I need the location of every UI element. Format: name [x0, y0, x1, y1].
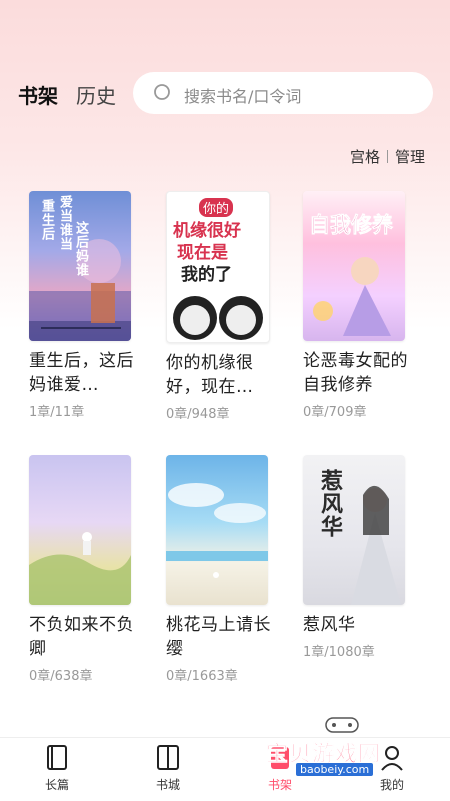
tab-label: 书城 — [155, 778, 180, 792]
book-title[interactable]: 你的机缘很好，现在… — [166, 351, 272, 399]
cover-art — [313, 257, 391, 336]
cover-art — [351, 485, 401, 605]
view-controls: 宫格 管理 — [350, 146, 425, 167]
book-progress: 0章/948章 — [166, 407, 230, 422]
cover-title-line: 这后妈谁 — [73, 221, 88, 277]
book-item[interactable]: 重生后 爱当谁当 这后妈谁 重生后，这后妈谁爱… 1章/11章 — [29, 191, 135, 420]
watermark-logo: 宝贝游戏网 baobeiy.com — [262, 712, 412, 792]
book-progress: 1章/11章 — [29, 405, 85, 420]
book-item[interactable]: 你的 机缘很好 现在是 我的了 你的机缘很好，现在… 0章/948章 — [166, 191, 270, 422]
cover-title-line: 你的 — [199, 198, 234, 217]
gamepad-icon — [325, 717, 359, 733]
book-cover[interactable]: 惹风华 — [303, 455, 405, 605]
tab-bookshelf[interactable]: 书架 — [18, 80, 58, 109]
book-title[interactable]: 桃花马上请长缨 — [166, 613, 272, 661]
divider — [386, 150, 388, 163]
book-progress: 0章/709章 — [303, 405, 367, 420]
book-item[interactable]: 惹风华 惹风华 1章/1080章 — [303, 455, 407, 660]
book-title[interactable]: 论恶毒女配的自我修养 — [303, 349, 409, 397]
book-cover[interactable] — [29, 455, 131, 605]
book-item[interactable]: 自我修养 论恶毒女配的自我修养 0章/709章 — [303, 191, 409, 420]
book-progress: 1章/1080章 — [303, 645, 375, 660]
search-input[interactable]: 搜索书名/口令词 — [133, 72, 433, 114]
book-cover[interactable] — [166, 455, 268, 605]
book-item[interactable]: 不负如来不负卿 0章/638章 — [29, 455, 135, 684]
book-cover[interactable]: 自我修养 — [303, 191, 405, 341]
book-item[interactable]: 桃花马上请长缨 0章/1663章 — [166, 455, 272, 684]
cover-title-line: 自我修养 — [309, 213, 394, 238]
library-icon — [155, 744, 181, 772]
bookshelf-grid: 重生后 爱当谁当 这后妈谁 重生后，这后妈谁爱… 1章/11章 你的 机缘很好 … — [0, 0, 450, 800]
header: 书架 历史 搜索书名/口令词 — [0, 70, 450, 116]
search-icon — [154, 84, 170, 100]
cover-art — [29, 532, 131, 605]
grid-view-button[interactable]: 宫格 — [350, 148, 380, 166]
cover-title-line: 重生后 — [39, 199, 54, 241]
tab-bookstore[interactable]: 书城 — [133, 744, 203, 793]
watermark-url: baobeiy.com — [296, 763, 374, 776]
book-title[interactable]: 重生后，这后妈谁爱… — [29, 349, 135, 397]
book-progress: 0章/638章 — [29, 669, 93, 684]
manage-button[interactable]: 管理 — [395, 148, 425, 166]
book-progress: 0章/1663章 — [166, 669, 238, 684]
tab-label: 长篇 — [44, 778, 69, 792]
book-title[interactable]: 惹风华 — [303, 613, 409, 637]
book-cover[interactable]: 你的 机缘很好 现在是 我的了 — [166, 191, 270, 343]
tab-history[interactable]: 历史 — [76, 80, 116, 109]
cover-art — [166, 483, 268, 578]
panda-meme-art — [173, 296, 263, 340]
search-placeholder: 搜索书名/口令词 — [184, 87, 302, 106]
book-cover[interactable]: 重生后 爱当谁当 这后妈谁 — [29, 191, 131, 341]
book-icon — [44, 744, 70, 772]
book-title[interactable]: 不负如来不负卿 — [29, 613, 135, 661]
tab-long-novels[interactable]: 长篇 — [22, 744, 92, 793]
cover-title-line: 我的了 — [181, 265, 232, 285]
